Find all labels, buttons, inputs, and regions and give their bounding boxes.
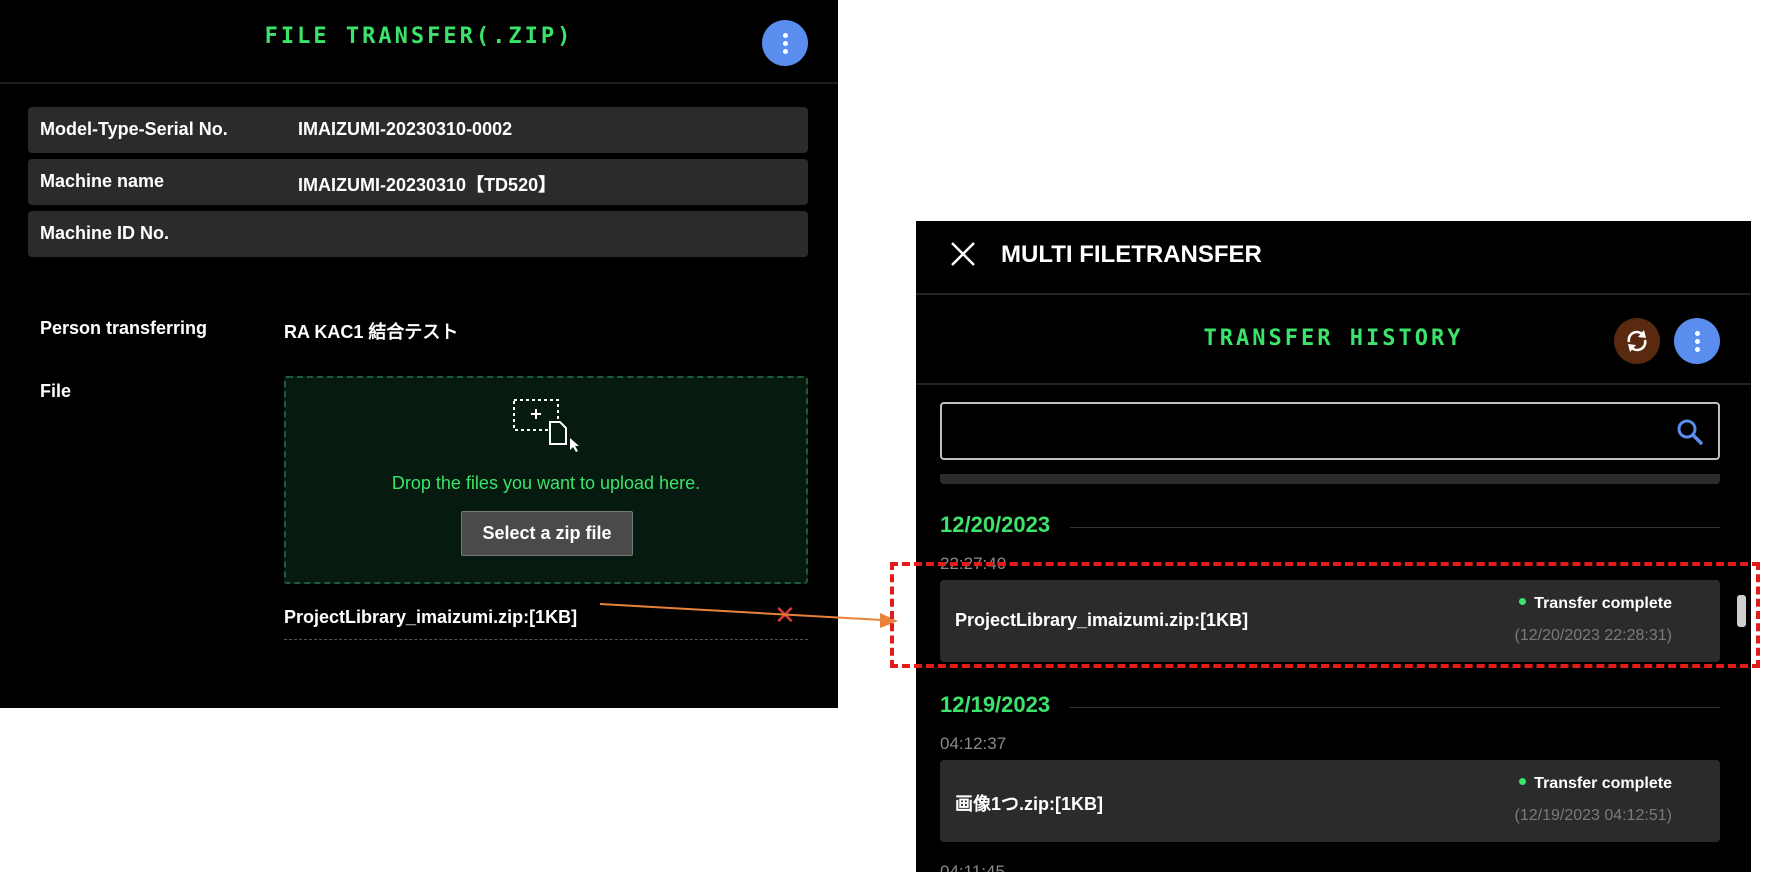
refresh-icon [1627, 330, 1647, 352]
page-title: FILE TRANSFER(.ZIP) [264, 24, 574, 49]
person-value: RA KAC1 結合テスト [284, 322, 459, 342]
kebab-menu-icon [1694, 330, 1700, 352]
upload-drop-icon [513, 399, 579, 452]
dialog-title: MULTI FILETRANSFER [1001, 241, 1262, 268]
history-header: TRANSFER HISTORY [916, 295, 1751, 385]
person-label: Person transferring [40, 318, 208, 338]
refresh-button[interactable] [1614, 318, 1660, 364]
status-dot-icon [1519, 598, 1527, 606]
divider [1070, 527, 1720, 528]
entry-file-name: ProjectLibrary_imaizumi.zip:[1KB] [955, 610, 1249, 630]
search-icon[interactable] [1676, 418, 1704, 446]
info-row-machine-name: Machine name IMAIZUMI-20230310【TD520】 [28, 159, 808, 205]
close-icon[interactable] [948, 239, 978, 269]
history-entry[interactable]: ProjectLibrary_imaizumi.zip:[1KB] Transf… [940, 580, 1720, 662]
date-group-header: 12/20/2023 [940, 512, 1720, 542]
status-dot-icon [1519, 778, 1527, 786]
file-drop-zone[interactable]: Drop the files you want to upload here. … [284, 376, 808, 584]
scrollbar[interactable] [1737, 595, 1746, 627]
select-zip-button[interactable]: Select a zip file [461, 511, 633, 556]
date-label: 12/20/2023 [940, 512, 1051, 537]
info-label: Model-Type-Serial No. [40, 119, 228, 139]
time-label: 22:27:40 [940, 554, 1007, 573]
info-row-serial: Model-Type-Serial No. IMAIZUMI-20230310-… [28, 107, 808, 153]
info-label: Machine name [40, 171, 165, 191]
info-value: IMAIZUMI-20230310【TD520】 [298, 175, 557, 195]
divider [1070, 707, 1720, 708]
status-text: Transfer complete [1534, 595, 1672, 612]
kebab-menu-icon [782, 32, 788, 54]
time-label: 04:12:37 [940, 734, 1007, 753]
entry-timestamp: (12/20/2023 22:28:31) [1514, 627, 1672, 644]
file-label: File [40, 381, 72, 401]
more-menu-button[interactable] [762, 20, 808, 66]
search-field[interactable] [940, 402, 1720, 460]
status-text: Transfer complete [1534, 775, 1672, 792]
date-group-header: 12/19/2023 [940, 692, 1720, 722]
remove-x-icon[interactable]: ✕ [774, 602, 796, 628]
selected-file-name: ProjectLibrary_imaizumi.zip:[1KB] [284, 607, 578, 627]
entry-timestamp: (12/19/2023 04:12:51) [1514, 807, 1672, 824]
date-label: 12/19/2023 [940, 692, 1051, 717]
dialog-topbar: MULTI FILETRANSFER [916, 221, 1751, 295]
drop-instructions: Drop the files you want to upload here. [391, 473, 701, 493]
info-row-machine-id: Machine ID No. [28, 211, 808, 257]
history-menu-button[interactable] [1674, 318, 1720, 364]
history-entry[interactable]: 画像1つ.zip:[1KB] Transfer complete (12/19/… [940, 760, 1720, 842]
info-label: Machine ID No. [40, 223, 170, 243]
list-top-edge [940, 474, 1720, 484]
info-value: IMAIZUMI-20230310-0002 [298, 119, 513, 139]
entry-file-name: 画像1つ.zip:[1KB] [955, 794, 1103, 814]
panel-header: FILE TRANSFER(.ZIP) [0, 0, 838, 84]
selected-file-row: ProjectLibrary_imaizumi.zip:[1KB] ✕ [284, 600, 808, 640]
status-badge: Transfer complete [1519, 595, 1672, 613]
search-input[interactable] [952, 414, 1652, 450]
file-transfer-panel: FILE TRANSFER(.ZIP) Model-Type-Serial No… [0, 0, 838, 708]
multi-filetransfer-panel: MULTI FILETRANSFER TRANSFER HISTORY 12/2… [916, 221, 1751, 872]
time-label: 04:11:45 [940, 862, 1005, 872]
status-badge: Transfer complete [1519, 775, 1672, 793]
